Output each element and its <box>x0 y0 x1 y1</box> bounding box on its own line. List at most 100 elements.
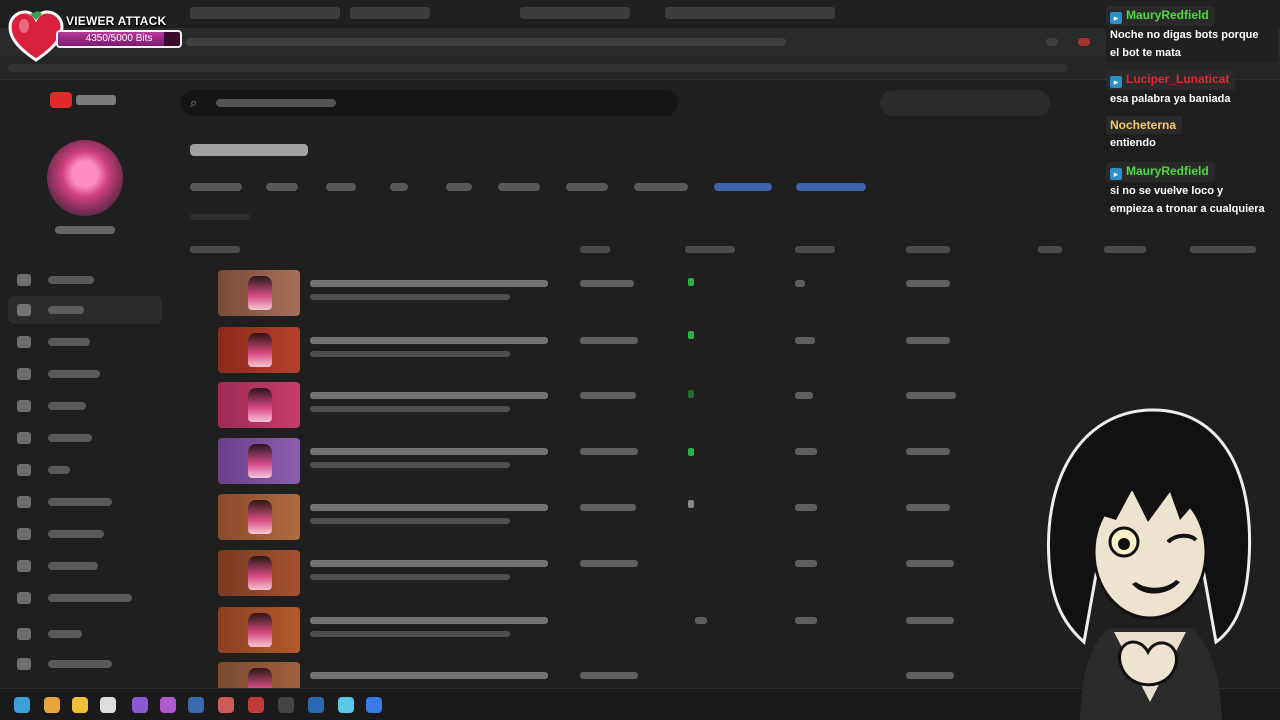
nav-label <box>48 630 82 638</box>
filter-control[interactable] <box>190 214 250 220</box>
sidebar-item[interactable] <box>8 266 162 294</box>
video-title[interactable] <box>310 617 548 624</box>
tab[interactable] <box>266 183 298 191</box>
taskbar-app-icon[interactable] <box>278 697 294 713</box>
video-thumbnail[interactable] <box>218 494 300 540</box>
taskbar-app-icon[interactable] <box>132 697 148 713</box>
sidebar-item[interactable] <box>8 456 162 484</box>
taskbar-app-icon[interactable] <box>248 697 264 713</box>
column-header[interactable] <box>685 246 735 253</box>
tab[interactable] <box>190 183 242 191</box>
video-title[interactable] <box>310 504 548 511</box>
channel-avatar[interactable] <box>47 140 123 216</box>
search-icon: ⌕ <box>190 95 198 110</box>
browser-tab[interactable] <box>520 7 630 19</box>
thumbnail-figure <box>248 613 272 647</box>
chat-username[interactable]: ▸ Luciper_Lunaticat <box>1106 70 1236 90</box>
tab[interactable] <box>498 183 540 191</box>
taskbar-app-icon[interactable] <box>338 697 354 713</box>
chat-username[interactable]: Nocheterna <box>1106 116 1183 134</box>
column-header[interactable] <box>580 246 610 253</box>
browser-tab[interactable] <box>665 7 835 19</box>
taskbar-app-icon[interactable] <box>308 697 324 713</box>
video-title[interactable] <box>310 672 548 679</box>
sidebar-item[interactable] <box>8 552 162 580</box>
nav-label <box>48 306 84 314</box>
sidebar-item[interactable] <box>8 328 162 356</box>
taskbar-app-icon[interactable] <box>160 697 176 713</box>
column-header[interactable] <box>190 246 240 253</box>
video-title[interactable] <box>310 337 548 344</box>
sidebar-item[interactable] <box>8 392 162 420</box>
prime-badge-icon: ▸ <box>1110 12 1122 24</box>
thumbnail-figure <box>248 276 272 310</box>
sidebar-item[interactable] <box>8 360 162 388</box>
status-dot <box>688 448 694 456</box>
video-title[interactable] <box>310 560 548 567</box>
tab[interactable] <box>566 183 608 191</box>
header-tools[interactable] <box>880 90 1050 116</box>
taskbar-app-icon[interactable] <box>14 697 30 713</box>
extension-icon[interactable] <box>1078 38 1090 46</box>
tab[interactable] <box>714 183 772 191</box>
cell <box>695 617 707 624</box>
sidebar-item[interactable] <box>8 520 162 548</box>
table-row[interactable] <box>190 270 1270 324</box>
column-header[interactable] <box>795 246 835 253</box>
browser-tab[interactable] <box>190 7 340 19</box>
video-thumbnail[interactable] <box>218 382 300 428</box>
youtube-logo-icon[interactable] <box>50 92 72 108</box>
browser-tab-bar <box>0 0 1280 28</box>
nav-label <box>48 338 90 346</box>
taskbar-app-icon[interactable] <box>44 697 60 713</box>
video-thumbnail[interactable] <box>218 438 300 484</box>
sidebar-item[interactable] <box>8 584 162 612</box>
video-title[interactable] <box>310 448 548 455</box>
table-row[interactable] <box>190 327 1270 381</box>
video-thumbnail[interactable] <box>218 327 300 373</box>
status-dot <box>688 331 694 339</box>
nav-label <box>48 370 100 378</box>
video-title[interactable] <box>310 280 548 287</box>
nav-label <box>48 594 132 602</box>
chat-username[interactable]: ▸ MauryRedfield <box>1106 6 1215 26</box>
chat-username[interactable]: ▸ MauryRedfield <box>1106 162 1215 182</box>
taskbar-app-icon[interactable] <box>188 697 204 713</box>
column-header[interactable] <box>906 246 950 253</box>
sidebar-item[interactable] <box>8 650 162 678</box>
nav-icon <box>17 368 31 380</box>
sidebar-item[interactable] <box>8 488 162 516</box>
tab[interactable] <box>326 183 356 191</box>
cell <box>795 337 815 344</box>
tab[interactable] <box>446 183 472 191</box>
nav-icon <box>17 464 31 476</box>
nav-icon <box>17 336 31 348</box>
browser-tab[interactable] <box>350 7 430 19</box>
taskbar-app-icon[interactable] <box>72 697 88 713</box>
extension-icon[interactable] <box>1046 38 1058 46</box>
sidebar-item[interactable] <box>8 424 162 452</box>
column-header[interactable] <box>1038 246 1062 253</box>
sidebar-item[interactable] <box>8 620 162 648</box>
prime-badge-icon: ▸ <box>1110 168 1122 180</box>
viewer-attack-widget: VIEWER ATTACK 4350/5000 Bits <box>8 6 188 62</box>
column-header[interactable] <box>1190 246 1256 253</box>
video-thumbnail[interactable] <box>218 662 300 688</box>
cell <box>906 280 950 287</box>
video-thumbnail[interactable] <box>218 550 300 596</box>
bookmark-items[interactable] <box>8 64 1068 72</box>
tab[interactable] <box>634 183 688 191</box>
cell <box>906 617 954 624</box>
video-title[interactable] <box>310 392 548 399</box>
sidebar-item-active[interactable] <box>8 296 162 324</box>
tab[interactable] <box>796 183 866 191</box>
video-thumbnail[interactable] <box>218 270 300 316</box>
address-bar[interactable] <box>0 28 1280 56</box>
column-header[interactable] <box>1104 246 1146 253</box>
video-thumbnail[interactable] <box>218 607 300 653</box>
tab[interactable] <box>390 183 408 191</box>
taskbar-app-icon[interactable] <box>366 697 382 713</box>
taskbar-app-icon[interactable] <box>218 697 234 713</box>
search-input[interactable]: ⌕ <box>180 90 678 116</box>
taskbar-app-icon[interactable] <box>100 697 116 713</box>
